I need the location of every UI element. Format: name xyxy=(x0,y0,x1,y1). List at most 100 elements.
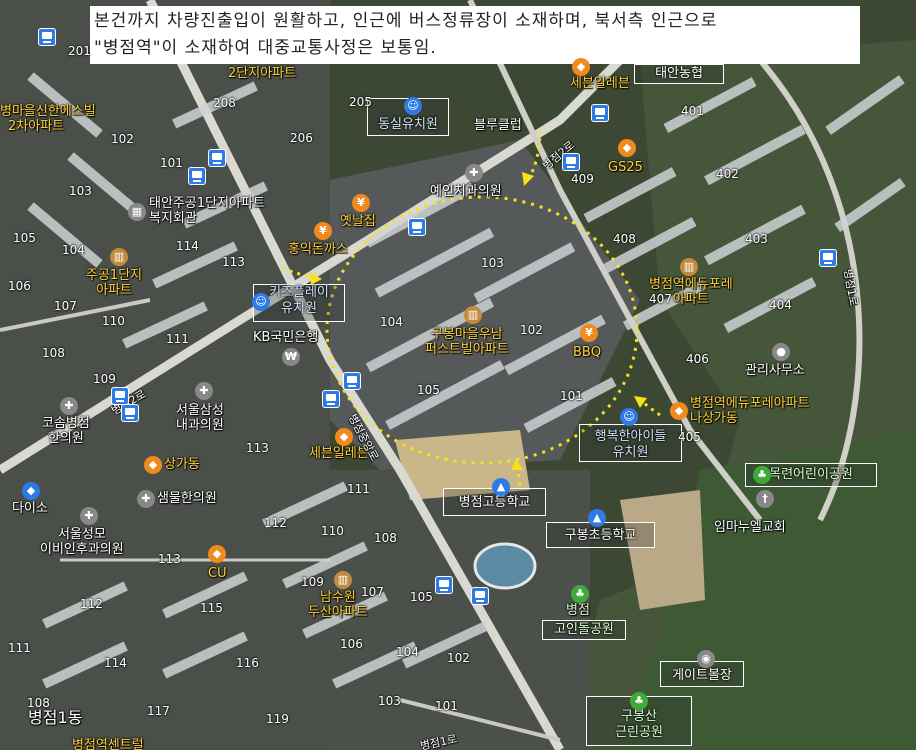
building-number: 408 xyxy=(613,232,636,246)
building-number: 109 xyxy=(93,372,116,386)
building-number: 109 xyxy=(301,575,324,589)
building-number: 114 xyxy=(176,239,199,253)
dongsil-text: 동실유치원 xyxy=(378,117,438,132)
cross-icon: ✚ xyxy=(80,507,98,525)
gubong-apt-1: 구봉마을우남 xyxy=(430,327,503,342)
shopping-bag-icon: ◆ xyxy=(618,139,636,157)
yein-dental-label[interactable]: 예인치과의원 xyxy=(430,184,502,199)
gubongsan-text-1: 구봉산 xyxy=(621,709,657,724)
apartment-icon: ▥ xyxy=(680,258,698,276)
sangga-label[interactable]: 상가동 xyxy=(164,457,200,472)
bus-stop-icon[interactable] xyxy=(591,104,609,122)
haengbok-text-1: 행복한아이들 xyxy=(594,429,667,444)
building-number: 406 xyxy=(686,352,709,366)
bus-stop-icon[interactable] xyxy=(322,390,340,408)
gubongsan-text-2: 근린공원 xyxy=(615,725,663,740)
church-icon: † xyxy=(756,490,774,508)
jugong-1-apt-label[interactable]: 주공1단지 아파트 xyxy=(86,268,142,298)
building-number: 201 xyxy=(68,44,91,58)
shinhan-apt-label[interactable]: 병마을신한에스빌 2차아파트 xyxy=(0,104,96,134)
elementary-text: 구봉초등학교 xyxy=(564,528,637,543)
kb-bank-label[interactable]: KB국민은행 xyxy=(253,330,318,345)
edu-shop-2: 나상가동 xyxy=(690,411,738,426)
building-number: 105 xyxy=(410,590,433,604)
bus-stop-icon[interactable] xyxy=(111,387,129,405)
cross-icon: ✚ xyxy=(60,397,78,415)
management-office-label[interactable]: 관리사무소 xyxy=(745,363,805,378)
yetnalzip-label[interactable]: 옛날집 xyxy=(340,214,376,229)
seoul-samsung-clinic-label[interactable]: 서울삼성 내과의원 xyxy=(176,403,224,433)
description-caption: 본건까지 차량진출입이 원활하고, 인근에 버스정류장이 소재하며, 북서측 인… xyxy=(90,6,860,64)
bus-stop-icon[interactable] xyxy=(38,28,56,46)
satellite-map[interactable]: 본건까지 차량진출입이 원활하고, 인근에 버스정류장이 소재하며, 북서측 인… xyxy=(0,0,916,750)
imanuel-church-label[interactable]: 임마누엘교회 xyxy=(714,520,786,535)
seoul-ent-2: 이비인후과의원 xyxy=(40,542,124,557)
tree-icon: ♣ xyxy=(571,585,589,603)
bus-stop-icon[interactable] xyxy=(188,167,206,185)
edu-apt-1: 병점역에듀포레 xyxy=(649,277,733,292)
building-number: 402 xyxy=(716,167,739,181)
building-number: 108 xyxy=(42,346,65,360)
haengbok-kindergarten-label[interactable]: 행복한아이들 유치원 xyxy=(579,424,682,462)
building-number: 114 xyxy=(104,656,127,670)
cosmo-clinic-label[interactable]: 코솜병점 한의원 xyxy=(42,416,90,446)
bus-stop-icon[interactable] xyxy=(471,587,489,605)
taean-nonghyup-label[interactable]: 태안농협 xyxy=(634,64,724,84)
building-number: 111 xyxy=(8,641,31,655)
goindol-park-label[interactable]: 고인돌공원 xyxy=(542,620,626,640)
building-number: 405 xyxy=(678,430,701,444)
bus-stop-icon[interactable] xyxy=(562,153,580,171)
edu-shop-label[interactable]: 병점역에듀포레아파트 나상가동 xyxy=(690,396,810,426)
danji-2-apt-label[interactable]: 2단지아파트 xyxy=(228,66,296,81)
namsuwon-apt-label[interactable]: 남수원 두산아파트 xyxy=(308,590,368,620)
smiley-icon: ☺ xyxy=(404,97,422,115)
seven-eleven-top[interactable]: 세븐일레븐 xyxy=(570,76,630,91)
building-number: 104 xyxy=(396,645,419,659)
edu-apt-2: 아파트 xyxy=(672,292,709,307)
seoul-clinic-2: 내과의원 xyxy=(176,418,224,433)
restaurant-icon: ¥ xyxy=(314,222,332,240)
taean-welfare-label[interactable]: 태안주공1단지아파트 복지회관 xyxy=(149,196,265,226)
gateball-text: 게이트볼장 xyxy=(672,668,732,683)
gs25-label[interactable]: GS25 xyxy=(608,160,643,175)
building-number: 119 xyxy=(266,712,289,726)
building-number: 208 xyxy=(213,96,236,110)
bus-stop-icon[interactable] xyxy=(208,149,226,167)
shinhan-1: 병마을신한에스빌 xyxy=(0,104,96,119)
seoul-clinic-1: 서울삼성 xyxy=(176,403,224,418)
building-number: 103 xyxy=(481,256,504,270)
namsuwon-2: 두산아파트 xyxy=(308,605,368,620)
nonghyup-text: 태안농협 xyxy=(655,66,703,81)
byeongjeom-central-label[interactable]: 병점역센트럴 xyxy=(72,738,144,750)
cu-label[interactable]: CU xyxy=(208,566,227,581)
goindol-text: 고인돌공원 xyxy=(554,622,614,637)
building-icon: ▦ xyxy=(128,203,146,221)
building-number: 112 xyxy=(80,597,103,611)
building-number: 104 xyxy=(62,243,85,257)
hongik-donkatsu-label[interactable]: 홍익돈까스 xyxy=(288,242,348,257)
gubong-apt-2: 퍼스트빌아파트 xyxy=(425,342,509,357)
shopping-bag-icon: ◆ xyxy=(572,58,590,76)
building-number: 107 xyxy=(361,585,384,599)
kidsplay-text-2: 유치원 xyxy=(281,301,317,316)
bus-stop-icon[interactable] xyxy=(121,404,139,422)
building-number: 103 xyxy=(378,694,401,708)
cross-icon: ✚ xyxy=(137,490,155,508)
cross-icon: ✚ xyxy=(195,382,213,400)
seoul-ent-clinic-label[interactable]: 서울성모 이비인후과의원 xyxy=(40,527,124,557)
building-number: 205 xyxy=(349,95,372,109)
building-number: 116 xyxy=(236,656,259,670)
bbq-label[interactable]: BBQ xyxy=(573,345,601,360)
taean-welfare-2: 복지회관 xyxy=(149,211,197,226)
gubong-apartment-label[interactable]: 구봉마을우남 퍼스트빌아파트 xyxy=(425,327,509,357)
blue-club-label[interactable]: 블루클럽 xyxy=(474,118,522,133)
building-number: 101 xyxy=(160,156,183,170)
building-number: 102 xyxy=(520,323,543,337)
bus-stop-icon[interactable] xyxy=(435,576,453,594)
bus-stop-icon[interactable] xyxy=(343,372,361,390)
mokryeon-text: 목련어린이공원 xyxy=(769,467,853,482)
bus-stop-icon[interactable] xyxy=(819,249,837,267)
bus-stop-icon[interactable] xyxy=(408,218,426,236)
daiso-label[interactable]: 다이소 xyxy=(12,501,48,516)
saemmul-clinic-label[interactable]: 샘물한의원 xyxy=(157,491,217,506)
